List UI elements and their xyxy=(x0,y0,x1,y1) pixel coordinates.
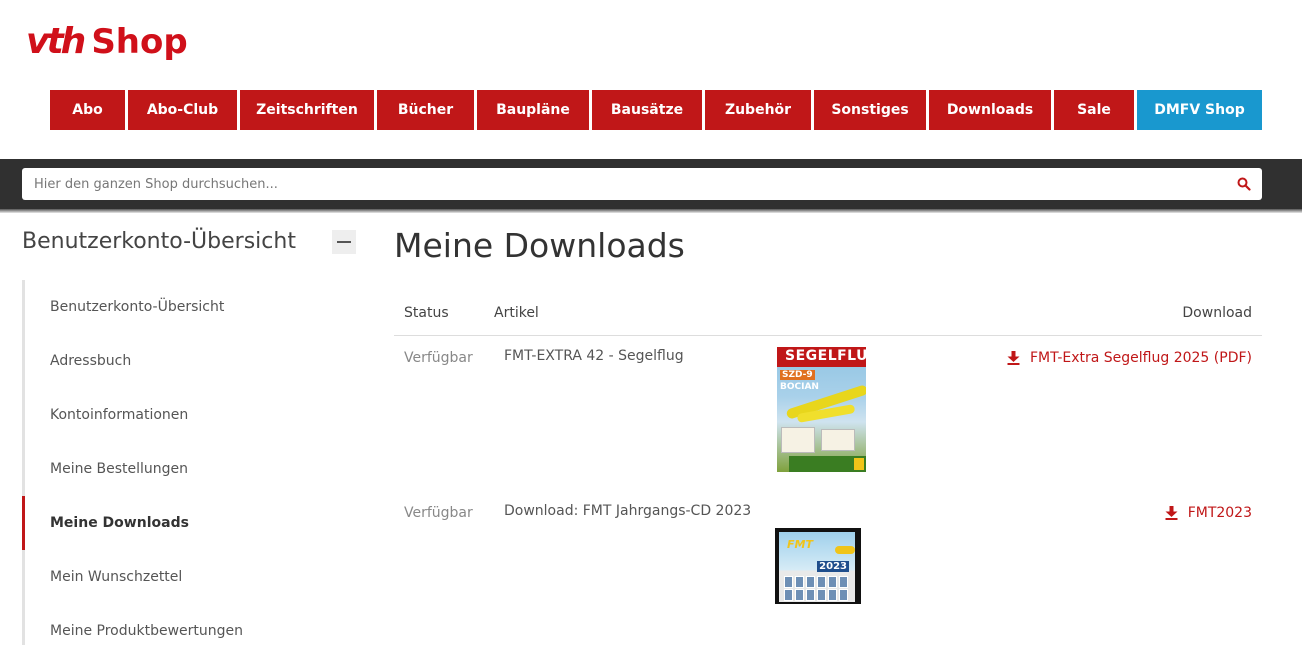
cd-cover-year: 2023 xyxy=(817,561,849,572)
cd-cover-thumbnail xyxy=(839,576,848,588)
cd-cover-art: FMT 2023 xyxy=(779,532,855,602)
cd-cover-thumbnail xyxy=(795,576,804,588)
cd-cover-badge xyxy=(835,546,855,554)
search-box xyxy=(22,168,1262,200)
column-header-article: Artikel xyxy=(494,304,539,321)
sidebar-item-account-overview[interactable]: Benutzerkonto-Übersicht xyxy=(25,280,356,334)
table-row: Verfügbar Download: FMT Jahrgangs-CD 202… xyxy=(394,491,1262,645)
table-header: Status Artikel Download xyxy=(394,290,1262,336)
nav-item-zeitschriften[interactable]: Zeitschriften xyxy=(240,90,374,130)
nav-item-bauplaene[interactable]: Baupläne xyxy=(477,90,589,130)
download-link-label: FMT2023 xyxy=(1187,505,1252,521)
table-row: Verfügbar FMT-EXTRA 42 - Segelflug SEGEL… xyxy=(394,336,1262,491)
thumbnail-headline: SZD-9 xyxy=(780,370,815,380)
cd-cover-thumbnail xyxy=(828,589,837,601)
cd-cover-thumbnail xyxy=(806,576,815,588)
search-icon xyxy=(1237,177,1251,191)
sidebar-item-account-info[interactable]: Kontoinformationen xyxy=(25,388,356,442)
cd-cover-thumbnail xyxy=(795,589,804,601)
site-logo[interactable]: vth Shop xyxy=(26,21,188,63)
article-name: FMT-EXTRA 42 - Segelflug xyxy=(504,348,684,364)
sidebar-item-downloads[interactable]: Meine Downloads xyxy=(22,496,356,550)
product-thumbnail[interactable]: SEGELFLUG SZD-9 BOCIAN xyxy=(777,347,866,472)
search-button[interactable] xyxy=(1226,169,1262,199)
search-bar-band xyxy=(0,159,1302,213)
sidebar-item-wishlist[interactable]: Mein Wunschzettel xyxy=(25,550,356,604)
logo-shop-text: Shop xyxy=(91,22,187,62)
cd-cover-thumbnail xyxy=(784,576,793,588)
download-link[interactable]: FMT2023 xyxy=(1165,505,1252,521)
column-header-status: Status xyxy=(404,304,449,321)
nav-item-downloads[interactable]: Downloads xyxy=(929,90,1051,130)
sidebar-item-address-book[interactable]: Adressbuch xyxy=(25,334,356,388)
article-name: Download: FMT Jahrgangs-CD 2023 xyxy=(504,503,752,519)
cd-cover-thumbnail xyxy=(817,589,826,601)
cd-cover-thumbnail xyxy=(828,576,837,588)
nav-item-dmfv-shop[interactable]: DMFV Shop xyxy=(1137,90,1262,130)
download-icon xyxy=(1165,506,1178,520)
nav-item-sale[interactable]: Sale xyxy=(1054,90,1134,130)
main-navigation: Abo Abo-Club Zeitschriften Bücher Bauplä… xyxy=(50,90,1262,130)
download-link[interactable]: FMT-Extra Segelflug 2025 (PDF) xyxy=(1007,350,1252,366)
nav-item-abo[interactable]: Abo xyxy=(50,90,125,130)
cd-cover-thumbnail xyxy=(839,589,848,601)
minus-icon xyxy=(337,240,351,243)
account-sidebar-nav: Benutzerkonto-Übersicht Adressbuch Konto… xyxy=(22,280,356,645)
status-text: Verfügbar xyxy=(404,505,473,521)
download-link-label: FMT-Extra Segelflug 2025 (PDF) xyxy=(1029,350,1252,366)
column-header-download: Download xyxy=(1182,304,1252,321)
cd-cover-thumbnail xyxy=(806,589,815,601)
nav-item-bausaetze[interactable]: Bausätze xyxy=(592,90,702,130)
downloads-table: Status Artikel Download Verfügbar FMT-EX… xyxy=(394,290,1262,645)
sidebar-item-orders[interactable]: Meine Bestellungen xyxy=(25,442,356,496)
product-thumbnail[interactable]: FMT 2023 xyxy=(775,528,861,604)
sidebar-header: Benutzerkonto-Übersicht xyxy=(22,229,356,254)
nav-item-zubehoer[interactable]: Zubehör xyxy=(705,90,811,130)
logo-shop-word: Shop xyxy=(91,22,188,62)
nav-item-abo-club[interactable]: Abo-Club xyxy=(128,90,237,130)
thumbnail-badge xyxy=(854,458,864,470)
sidebar-item-reviews[interactable]: Meine Produktbewertungen xyxy=(25,604,356,645)
cd-cover-logo: FMT xyxy=(787,538,813,551)
thumbnail-masthead-text: SEGELFLUG xyxy=(785,348,866,364)
thumbnail-subheadline: BOCIAN xyxy=(780,382,819,392)
search-input[interactable] xyxy=(22,169,1226,199)
sidebar-collapse-button[interactable] xyxy=(332,229,356,254)
cd-cover-thumbnail xyxy=(817,576,826,588)
thumbnail-inset xyxy=(821,429,855,451)
page-title: Meine Downloads xyxy=(394,226,685,265)
nav-item-sonstiges[interactable]: Sonstiges xyxy=(814,90,926,130)
nav-item-buecher[interactable]: Bücher xyxy=(377,90,474,130)
logo-vth-text: vth xyxy=(26,21,86,62)
status-text: Verfügbar xyxy=(404,350,473,366)
download-icon xyxy=(1007,351,1020,365)
cd-cover-thumbnail xyxy=(784,589,793,601)
sidebar-title: Benutzerkonto-Übersicht xyxy=(22,229,296,254)
thumbnail-inset xyxy=(781,427,815,453)
